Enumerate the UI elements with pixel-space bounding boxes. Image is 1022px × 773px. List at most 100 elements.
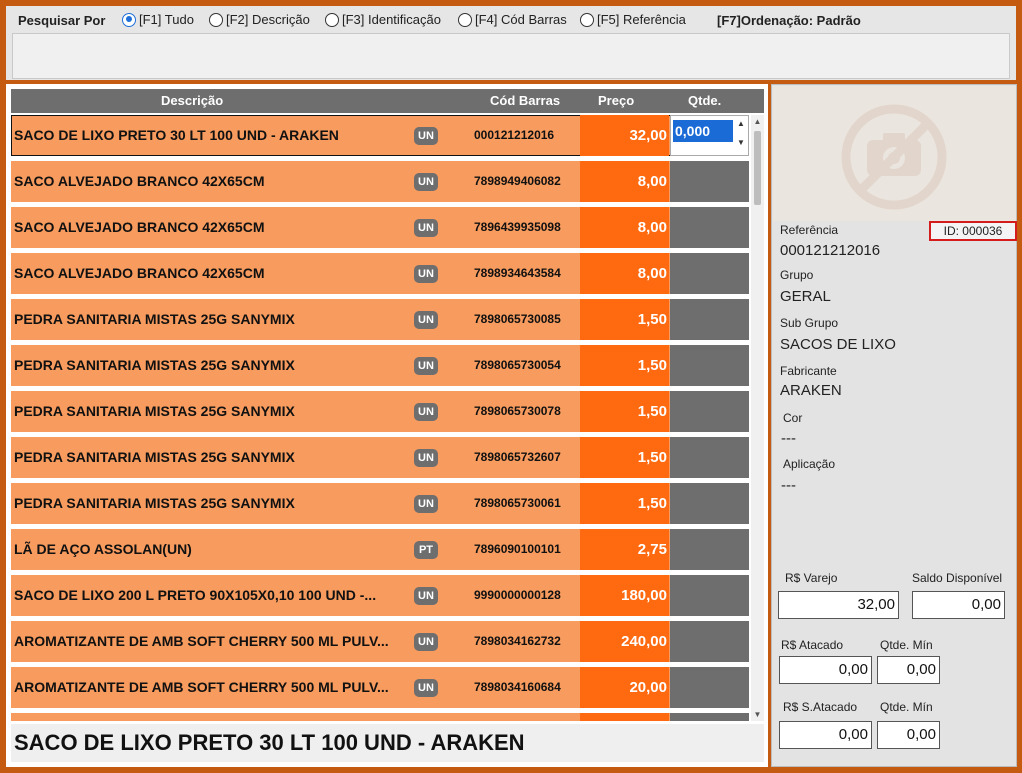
scroll-thumb[interactable] [754, 131, 761, 205]
radio-description-label[interactable]: [F2] Descrição [226, 12, 310, 27]
cell-qty[interactable] [670, 667, 749, 708]
radio-all[interactable]: [F1] Tudo [122, 12, 194, 27]
cell-price [580, 713, 669, 721]
cell-description: PEDRA SANITARIA MISTAS 25G SANYMIX [14, 495, 295, 511]
radio-barcode-dot[interactable] [458, 12, 472, 27]
super-wholesale-min-qty-field[interactable]: 0,00 [877, 721, 940, 749]
cell-qty[interactable]: 0,000 ▲ ▼ [670, 115, 749, 156]
cell-price: 1,50 [580, 391, 669, 432]
radio-reference-dot[interactable] [580, 12, 594, 27]
cell-qty[interactable] [670, 483, 749, 524]
radio-identification-dot[interactable] [325, 12, 339, 27]
color-label: Cor [783, 411, 803, 425]
cell-description: LÃ DE AÇO ASSOLAN(UN) [14, 541, 192, 557]
retail-price-label: R$ Varejo [785, 571, 838, 585]
cell-qty[interactable] [670, 345, 749, 386]
search-panel: Pesquisar Por [F1] Tudo [F2] Descrição [… [6, 6, 1016, 82]
table-row[interactable]: LÃ DE AÇO ASSOLAN(UN) PT 7896090100101 2… [11, 529, 749, 570]
retail-price-field[interactable]: 32,00 [778, 591, 899, 619]
radio-reference-label[interactable]: [F5] Referência [597, 12, 686, 27]
radio-description[interactable]: [F2] Descrição [209, 12, 310, 27]
cell-barcode: 7898065730054 [474, 358, 561, 372]
cell-price: 32,00 [580, 115, 669, 156]
super-wholesale-price-field[interactable]: 0,00 [779, 721, 872, 749]
super-wholesale-min-qty-label: Qtde. Mín [880, 700, 933, 714]
cell-barcode: 7898065730085 [474, 312, 561, 326]
product-photo[interactable] [773, 86, 1016, 221]
cell-qty[interactable] [670, 529, 749, 570]
cell-qty[interactable] [670, 621, 749, 662]
cell-description: PEDRA SANITARIA MISTAS 25G SANYMIX [14, 449, 295, 465]
radio-barcode[interactable]: [F4] Cód Barras [458, 12, 567, 27]
table-row-selected[interactable]: SACO DE LIXO PRETO 30 LT 100 UND - ARAKE… [11, 115, 749, 156]
scroll-up-icon[interactable]: ▲ [751, 117, 764, 126]
cell-qty[interactable] [670, 713, 749, 721]
cell-barcode: 7896439935098 [474, 220, 561, 234]
table-row[interactable]: PEDRA SANITARIA MISTAS 25G SANYMIX UN 78… [11, 391, 749, 432]
unit-badge: UN [414, 173, 438, 191]
cell-qty[interactable] [670, 161, 749, 202]
cell-qty[interactable] [670, 437, 749, 478]
scroll-down-icon[interactable]: ▼ [751, 710, 764, 719]
unit-badge: UN [414, 265, 438, 283]
unit-badge: PT [414, 541, 438, 559]
cell-qty[interactable] [670, 253, 749, 294]
column-header-barcode[interactable]: Cód Barras [490, 93, 560, 108]
cell-qty[interactable] [670, 207, 749, 248]
cell-barcode: 7898949406082 [474, 174, 561, 188]
qty-input[interactable]: 0,000 [673, 120, 733, 142]
color-value: --- [781, 430, 796, 447]
table-row[interactable]: PEDRA SANITARIA MISTAS 25G SANYMIX UN 78… [11, 483, 749, 524]
grid-scrollbar[interactable]: ▲ ▼ [751, 115, 764, 721]
radio-identification-label[interactable]: [F3] Identificação [342, 12, 441, 27]
cell-description: SACO ALVEJADO BRANCO 42X65CM [14, 173, 265, 189]
cell-qty[interactable] [670, 391, 749, 432]
wholesale-price-field[interactable]: 0,00 [779, 656, 872, 684]
table-row[interactable]: PEDRA SANITARIA MISTAS 25G SANYMIX UN 78… [11, 299, 749, 340]
group-value: GERAL [780, 288, 831, 305]
unit-badge: UN [414, 403, 438, 421]
search-input[interactable] [12, 33, 1010, 79]
cell-qty[interactable] [670, 299, 749, 340]
radio-all-label[interactable]: [F1] Tudo [139, 12, 194, 27]
radio-barcode-label[interactable]: [F4] Cód Barras [475, 12, 567, 27]
table-row[interactable]: PEDRA SANITARIA MISTAS 25G SANYMIX UN 78… [11, 345, 749, 386]
no-camera-icon [841, 104, 947, 210]
cell-barcode: 000121212016 [474, 128, 555, 142]
unit-badge: UN [414, 219, 438, 237]
cell-price: 180,00 [580, 575, 669, 616]
unit-badge: UN [414, 633, 438, 651]
radio-identification[interactable]: [F3] Identificação [325, 12, 441, 27]
table-row-partial[interactable] [11, 713, 749, 721]
radio-all-dot[interactable] [122, 12, 136, 27]
radio-reference[interactable]: [F5] Referência [580, 12, 686, 27]
wholesale-min-qty-field[interactable]: 0,00 [877, 656, 940, 684]
spin-up-icon[interactable]: ▲ [736, 119, 746, 128]
table-row[interactable]: SACO ALVEJADO BRANCO 42X65CM UN 78989346… [11, 253, 749, 294]
table-row[interactable]: AROMATIZANTE DE AMB SOFT CHERRY 500 ML P… [11, 667, 749, 708]
group-label: Grupo [780, 268, 814, 282]
table-row[interactable]: AROMATIZANTE DE AMB SOFT CHERRY 500 ML P… [11, 621, 749, 662]
available-stock-label: Saldo Disponível [912, 571, 1003, 585]
unit-badge: UN [414, 127, 438, 145]
cell-barcode: 7896090100101 [474, 542, 561, 556]
cell-description: SACO ALVEJADO BRANCO 42X65CM [14, 265, 265, 281]
column-header-description[interactable]: Descrição [161, 93, 223, 108]
column-header-qty[interactable]: Qtde. [688, 93, 721, 108]
subgroup-value: SACOS DE LIXO [780, 336, 896, 353]
wholesale-price-label: R$ Atacado [781, 638, 844, 652]
reference-value: 000121212016 [780, 242, 881, 259]
cell-description: PEDRA SANITARIA MISTAS 25G SANYMIX [14, 403, 295, 419]
spin-down-icon[interactable]: ▼ [736, 138, 746, 147]
table-row[interactable]: SACO DE LIXO 200 L PRETO 90X105X0,10 100… [11, 575, 749, 616]
available-stock-field[interactable]: 0,00 [912, 591, 1005, 619]
cell-barcode: 7898034160684 [474, 680, 561, 694]
cell-qty[interactable] [670, 575, 749, 616]
column-header-price[interactable]: Preço [598, 93, 634, 108]
cell-description: SACO DE LIXO PRETO 30 LT 100 UND - ARAKE… [14, 127, 339, 143]
sort-order-label[interactable]: [F7]Ordenação: Padrão [717, 13, 861, 28]
table-row[interactable]: SACO ALVEJADO BRANCO 42X65CM UN 78964399… [11, 207, 749, 248]
radio-description-dot[interactable] [209, 12, 223, 27]
table-row[interactable]: PEDRA SANITARIA MISTAS 25G SANYMIX UN 78… [11, 437, 749, 478]
table-row[interactable]: SACO ALVEJADO BRANCO 42X65CM UN 78989494… [11, 161, 749, 202]
